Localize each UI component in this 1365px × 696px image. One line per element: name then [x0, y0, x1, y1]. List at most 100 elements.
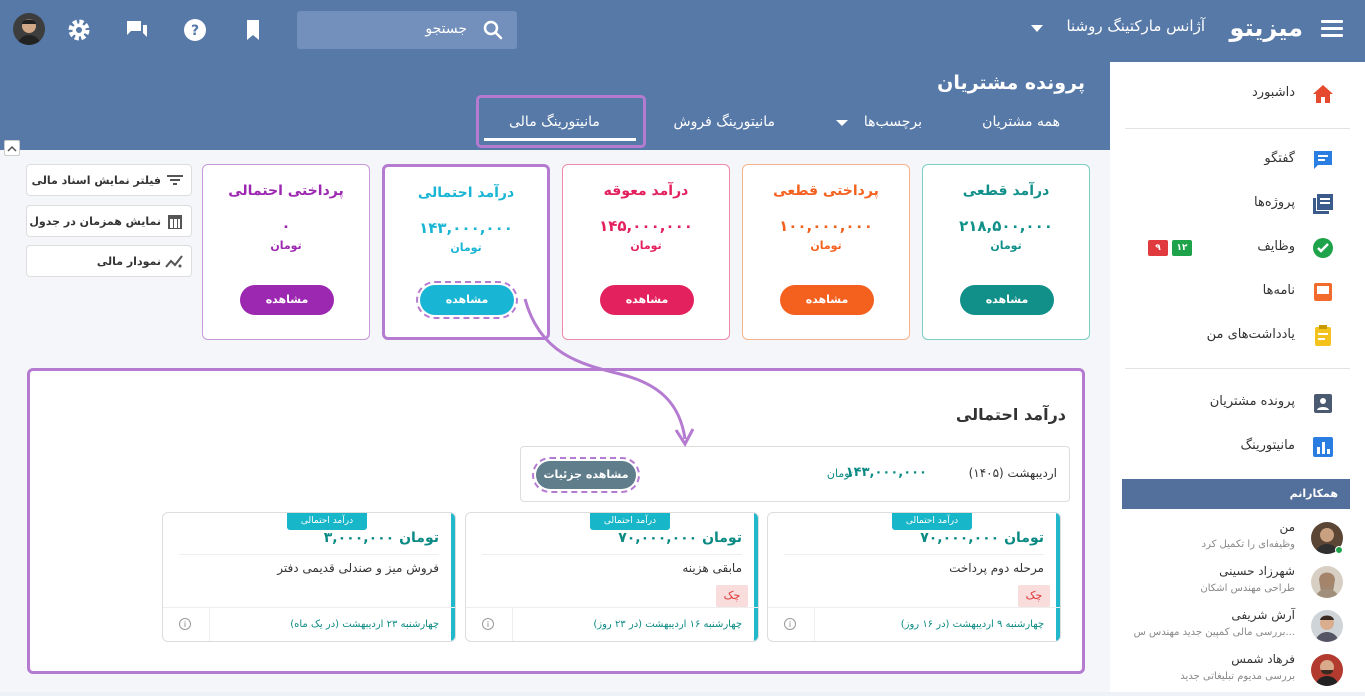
colleague-activity: بررسی مدیوم تبلیغاتی جدید	[1180, 671, 1295, 682]
tasks-badge-green: ۱۲	[1172, 240, 1192, 256]
info-icon[interactable]: i	[179, 618, 191, 630]
colleague-item[interactable]: شهرزاد حسینی طراحی مهندس اشکان	[1110, 564, 1365, 608]
tab-financial-monitoring[interactable]: مانیتورینگ مالی	[509, 114, 600, 130]
sidebar-item-customer-file[interactable]: پرونده مشتریان	[1110, 383, 1365, 423]
svg-text:?: ?	[191, 23, 199, 39]
gear-icon[interactable]	[66, 17, 92, 43]
brand-logo[interactable]: میزیتو	[1230, 14, 1303, 42]
sidebar-item-label: پرونده مشتریان	[1209, 394, 1295, 409]
filter-financial-docs-button[interactable]: فیلتر نمایش اسناد مالی	[26, 164, 192, 196]
item-date: چهارشنبه ۲۳ اردیبهشت (در یک ماه)	[290, 619, 439, 630]
monitoring-icon	[1313, 437, 1333, 457]
info-icon[interactable]: i	[784, 618, 796, 630]
card-value: ۰	[281, 217, 291, 235]
view-details-button[interactable]: مشاهده جزئیات	[532, 457, 640, 493]
page-header: پرونده مشتریان همه مشتریان برچسب‌ها مانی…	[0, 62, 1110, 150]
card-unit: تومان	[270, 239, 302, 252]
colleague-item[interactable]: آرش شریفی بررسی مالی کمپین جدید مهندس س.…	[1110, 608, 1365, 652]
chevron-up-icon	[7, 145, 17, 152]
summary-amount: ۱۴۳,۰۰۰,۰۰۰	[845, 465, 927, 480]
online-status-icon	[1335, 546, 1343, 554]
colleague-activity: طراحی مهندس اشکان	[1200, 583, 1295, 594]
table-label: نمایش همزمان در جدول	[29, 215, 161, 228]
item-tag: درآمد احتمالی	[287, 513, 367, 530]
sidebar-item-projects[interactable]: پروژه‌ها	[1110, 184, 1365, 224]
divider	[784, 554, 1044, 555]
card-title: پرداختی قطعی	[773, 183, 879, 199]
main-content: پرونده مشتریان همه مشتریان برچسب‌ها مانی…	[0, 62, 1110, 692]
chevron-down-icon[interactable]	[1031, 25, 1043, 32]
divider	[1125, 128, 1350, 129]
chat-icon	[1314, 151, 1332, 169]
sidebar-item-dashboard[interactable]: داشبورد	[1110, 74, 1365, 114]
notes-icon	[1315, 325, 1331, 346]
bookmark-icon[interactable]	[240, 17, 266, 43]
avatar	[1311, 610, 1343, 642]
tab-tags[interactable]: برچسب‌ها	[864, 114, 922, 130]
item-tag: درآمد احتمالی	[892, 513, 972, 530]
sidebar-item-chat[interactable]: گفتگو	[1110, 140, 1365, 180]
card-value: ۲۱۸,۵۰۰,۰۰۰	[959, 217, 1053, 235]
help-icon[interactable]: ?	[182, 17, 208, 43]
home-icon	[1313, 85, 1333, 103]
card-title: درآمد قطعی	[962, 183, 1050, 199]
tasks-icon	[1313, 238, 1333, 258]
sidebar-item-monitoring[interactable]: مانیتورینگ	[1110, 427, 1365, 467]
agency-selector[interactable]: آژانس مارکتینگ روشنا	[1066, 17, 1205, 35]
sidebar-item-label: یادداشت‌های من	[1206, 327, 1295, 342]
avatar	[1311, 566, 1343, 598]
colleagues-title: همکارانم	[1289, 487, 1338, 500]
menu-icon[interactable]	[1321, 20, 1343, 38]
income-item[interactable]: درآمد احتمالی ۷۰,۰۰۰,۰۰۰ تومان مابقی هزی…	[465, 512, 759, 642]
summary-period: اردیبهشت (۱۴۰۵)	[968, 466, 1057, 480]
sidebar-item-notes[interactable]: یادداشت‌های من	[1110, 316, 1365, 356]
card-title: درآمد احتمالی	[417, 185, 515, 201]
divider	[209, 608, 210, 641]
card-value: ۱۴۵,۰۰۰,۰۰۰	[599, 217, 693, 235]
user-avatar[interactable]	[13, 13, 45, 45]
divider	[512, 608, 513, 641]
colleague-name: من	[1279, 520, 1295, 534]
item-amount: ۳,۰۰۰,۰۰۰ تومان	[323, 530, 439, 546]
tab-all-customers[interactable]: همه مشتریان	[982, 114, 1060, 130]
card-value: ۱۰۰,۰۰۰,۰۰۰	[779, 217, 873, 235]
collapse-button[interactable]	[4, 140, 20, 156]
divider	[1125, 368, 1350, 369]
panel-title: درآمد احتمالی	[955, 405, 1066, 424]
page-title: پرونده مشتریان	[937, 72, 1085, 94]
item-amount: ۷۰,۰۰۰,۰۰۰ تومان	[618, 530, 742, 546]
divider	[179, 554, 439, 555]
card-title: پرداختی احتمالی	[228, 183, 344, 199]
card-definite-income: درآمد قطعی ۲۱۸,۵۰۰,۰۰۰ تومان مشاهده	[922, 164, 1090, 340]
show-in-table-button[interactable]: نمایش همزمان در جدول	[26, 205, 192, 237]
view-button[interactable]: مشاهده	[780, 285, 874, 315]
colleague-item[interactable]: فرهاد شمس بررسی مدیوم تبلیغاتی جدید	[1110, 652, 1365, 696]
sidebar-item-label: نامه‌ها	[1262, 283, 1295, 298]
divider	[814, 608, 815, 641]
view-button[interactable]: مشاهده	[240, 285, 334, 315]
search-input[interactable]: جستجو	[297, 11, 517, 49]
sidebar-item-mail[interactable]: نامه‌ها	[1110, 272, 1365, 312]
sidebar-item-label: پروژه‌ها	[1254, 195, 1295, 210]
financial-chart-button[interactable]: نمودار مالی	[26, 245, 192, 277]
income-item[interactable]: درآمد احتمالی ۳,۰۰۰,۰۰۰ تومان فروش میز و…	[162, 512, 456, 642]
summary-currency: تومان	[826, 467, 853, 480]
filter-label: فیلتر نمایش اسناد مالی	[31, 174, 161, 187]
tags-chevron-down-icon[interactable]	[836, 120, 848, 126]
table-icon	[168, 215, 182, 229]
sidebar-item-label: وظایف	[1257, 239, 1295, 254]
search-placeholder: جستجو	[425, 21, 467, 37]
info-icon[interactable]: i	[482, 618, 494, 630]
messages-icon[interactable]	[124, 17, 150, 43]
item-date: چهارشنبه ۱۶ اردیبهشت (در ۲۳ روز)	[593, 619, 742, 630]
colleague-item[interactable]: من وظیفه‌ای را تکمیل کرد	[1110, 520, 1365, 564]
card-unit: تومان	[630, 239, 662, 252]
card-value: ۱۴۳,۰۰۰,۰۰۰	[419, 219, 513, 237]
tab-sales-monitoring[interactable]: مانیتورینگ فروش	[674, 114, 775, 130]
income-item[interactable]: درآمد احتمالی ۷۰,۰۰۰,۰۰۰ تومان مرحله دوم…	[767, 512, 1061, 642]
card-unit: تومان	[810, 239, 842, 252]
month-summary: اردیبهشت (۱۴۰۵) ۱۴۳,۰۰۰,۰۰۰ تومان مشاهده…	[520, 446, 1070, 502]
item-footer: چهارشنبه ۲۳ اردیبهشت (در یک ماه) i	[163, 607, 455, 641]
view-button[interactable]: مشاهده	[960, 285, 1054, 315]
annotation-arrow-icon	[523, 298, 695, 447]
